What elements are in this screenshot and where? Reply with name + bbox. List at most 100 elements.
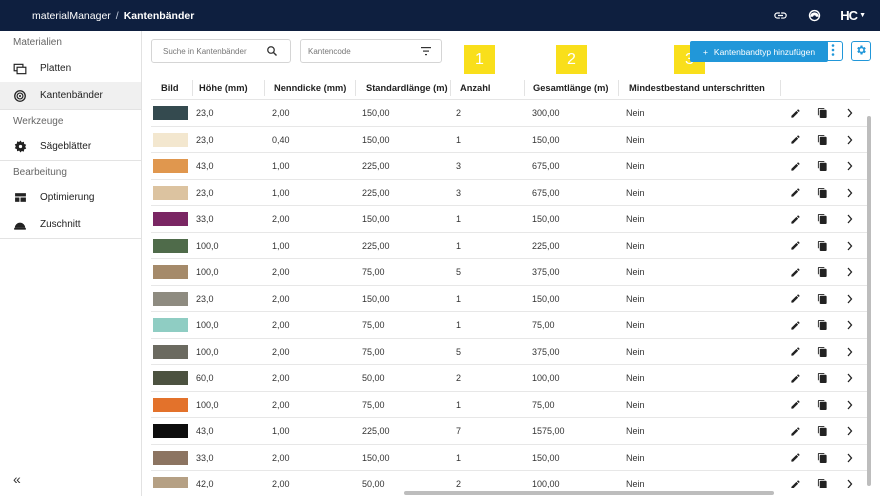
- table-row[interactable]: 23,0 1,00 225,00 3 675,00 Nein: [151, 180, 870, 206]
- chevron-right-icon[interactable]: [844, 107, 856, 119]
- duplicate-icon[interactable]: [816, 107, 828, 119]
- chevron-right-icon[interactable]: [844, 187, 856, 199]
- table-row[interactable]: 33,0 2,00 150,00 1 150,00 Nein: [151, 445, 870, 471]
- more-options-button[interactable]: [823, 41, 843, 61]
- chevron-right-icon[interactable]: [844, 293, 856, 305]
- duplicate-icon[interactable]: [816, 213, 828, 225]
- sidebar-item-optimierung[interactable]: Optimierung: [0, 184, 141, 211]
- table-row[interactable]: 23,0 2,00 150,00 2 300,00 Nein: [151, 100, 870, 127]
- cell-standardlaenge: 150,00: [362, 134, 390, 145]
- chevron-right-icon[interactable]: [844, 399, 856, 411]
- edit-icon[interactable]: [789, 160, 801, 172]
- edit-icon[interactable]: [789, 213, 801, 225]
- edit-icon[interactable]: [789, 134, 801, 146]
- horizontal-scrollbar[interactable]: [404, 491, 774, 495]
- column-header-mindestbestand[interactable]: Mindestbestand unterschritten: [629, 76, 765, 100]
- column-header-bild[interactable]: Bild: [161, 76, 179, 100]
- table-row[interactable]: 23,0 2,00 150,00 1 150,00 Nein: [151, 286, 870, 312]
- cell-mindestbestand: Nein: [626, 214, 645, 224]
- breadcrumb-app[interactable]: materialManager: [32, 10, 111, 22]
- edit-icon[interactable]: [789, 372, 801, 384]
- sidebar-collapse-icon[interactable]: «: [13, 471, 21, 487]
- edit-icon[interactable]: [789, 399, 801, 411]
- cell-anzahl: 2: [456, 373, 462, 383]
- chevron-right-icon[interactable]: [844, 478, 856, 488]
- table-row[interactable]: 33,0 2,00 150,00 1 150,00 Nein: [151, 206, 870, 233]
- brand-menu[interactable]: HC ▼: [840, 8, 866, 23]
- duplicate-icon[interactable]: [816, 319, 828, 331]
- cell-mindestbestand: Nein: [626, 108, 645, 118]
- add-edgeband-type-button[interactable]: + Kantenbandtyp hinzufügen: [690, 41, 828, 62]
- table-row[interactable]: 60,0 2,00 50,00 2 100,00 Nein: [151, 365, 870, 392]
- column-separator: [618, 80, 619, 96]
- edit-icon[interactable]: [789, 107, 801, 119]
- chevron-right-icon[interactable]: [844, 346, 856, 358]
- duplicate-icon[interactable]: [816, 266, 828, 278]
- cell-gesamtlaenge: 675,00: [532, 187, 560, 198]
- cell-standardlaenge: 75,00: [362, 399, 385, 410]
- duplicate-icon[interactable]: [816, 160, 828, 172]
- column-header-standardlaenge[interactable]: Standardlänge (m): [366, 76, 448, 100]
- cell-anzahl: 2: [456, 479, 462, 488]
- chevron-right-icon[interactable]: [844, 452, 856, 464]
- edit-icon[interactable]: [789, 425, 801, 437]
- column-header-anzahl[interactable]: Anzahl: [460, 76, 490, 100]
- table-row[interactable]: 100,0 1,00 225,00 1 225,00 Nein: [151, 233, 870, 259]
- cell-hoehe: 33,0: [196, 452, 214, 463]
- duplicate-icon[interactable]: [816, 134, 828, 146]
- table-row[interactable]: 100,0 2,00 75,00 1 75,00 Nein: [151, 392, 870, 418]
- link-icon[interactable]: [772, 8, 788, 24]
- settings-button[interactable]: [851, 41, 871, 61]
- search-icon[interactable]: [266, 45, 278, 59]
- chevron-right-icon[interactable]: [844, 319, 856, 331]
- column-header-nenndicke[interactable]: Nenndicke (mm): [274, 76, 346, 100]
- duplicate-icon[interactable]: [816, 372, 828, 384]
- cell-anzahl: 1: [456, 293, 462, 304]
- edge-code-filter-input[interactable]: Kantencode: [300, 39, 442, 63]
- table-row[interactable]: 100,0 2,00 75,00 5 375,00 Nein: [151, 259, 870, 286]
- sidebar-item-saegeblaetter[interactable]: Sägeblätter: [0, 133, 141, 160]
- sidebar-item-platten[interactable]: Platten: [0, 55, 141, 82]
- support-icon[interactable]: [806, 8, 822, 24]
- duplicate-icon[interactable]: [816, 240, 828, 252]
- chevron-right-icon[interactable]: [844, 425, 856, 437]
- edit-icon[interactable]: [789, 319, 801, 331]
- table-row[interactable]: 100,0 2,00 75,00 1 75,00 Nein: [151, 312, 870, 339]
- chevron-right-icon[interactable]: [844, 213, 856, 225]
- vertical-scrollbar[interactable]: [867, 116, 871, 486]
- search-placeholder: Suche in Kantenbänder: [163, 46, 247, 56]
- duplicate-icon[interactable]: [816, 346, 828, 358]
- column-header-hoehe[interactable]: Höhe (mm): [199, 76, 248, 100]
- filter-icon[interactable]: [420, 46, 432, 58]
- column-header-gesamtlaenge[interactable]: Gesamtlänge (m): [533, 76, 608, 100]
- sidebar: Materialien Platten Kantenbänder Werkzeu…: [0, 31, 142, 496]
- duplicate-icon[interactable]: [816, 293, 828, 305]
- edit-icon[interactable]: [789, 240, 801, 252]
- table-row[interactable]: 23,0 0,40 150,00 1 150,00 Nein: [151, 127, 870, 153]
- table-row[interactable]: 100,0 2,00 75,00 5 375,00 Nein: [151, 339, 870, 365]
- chevron-right-icon[interactable]: [844, 240, 856, 252]
- edit-icon[interactable]: [789, 478, 801, 488]
- edit-icon[interactable]: [789, 293, 801, 305]
- edit-icon[interactable]: [789, 452, 801, 464]
- duplicate-icon[interactable]: [816, 425, 828, 437]
- table-row[interactable]: 42,0 2,00 50,00 2 100,00 Nein: [151, 471, 870, 488]
- sidebar-item-zuschnitt[interactable]: Zuschnitt: [0, 211, 141, 238]
- search-input[interactable]: Suche in Kantenbänder: [151, 39, 291, 63]
- sidebar-item-kantenbaender[interactable]: Kantenbänder: [0, 82, 141, 109]
- edit-icon[interactable]: [789, 187, 801, 199]
- duplicate-icon[interactable]: [816, 478, 828, 488]
- chevron-right-icon[interactable]: [844, 134, 856, 146]
- table-row[interactable]: 43,0 1,00 225,00 7 1575,00 Nein: [151, 418, 870, 445]
- chevron-right-icon[interactable]: [844, 266, 856, 278]
- chevron-right-icon[interactable]: [844, 372, 856, 384]
- chevron-right-icon[interactable]: [844, 160, 856, 172]
- duplicate-icon[interactable]: [816, 187, 828, 199]
- edit-icon[interactable]: [789, 346, 801, 358]
- duplicate-icon[interactable]: [816, 452, 828, 464]
- edgeband-color-swatch: [153, 106, 188, 120]
- duplicate-icon[interactable]: [816, 399, 828, 411]
- table-row[interactable]: 43,0 1,00 225,00 3 675,00 Nein: [151, 153, 870, 180]
- edit-icon[interactable]: [789, 266, 801, 278]
- cell-gesamtlaenge: 75,00: [532, 399, 555, 410]
